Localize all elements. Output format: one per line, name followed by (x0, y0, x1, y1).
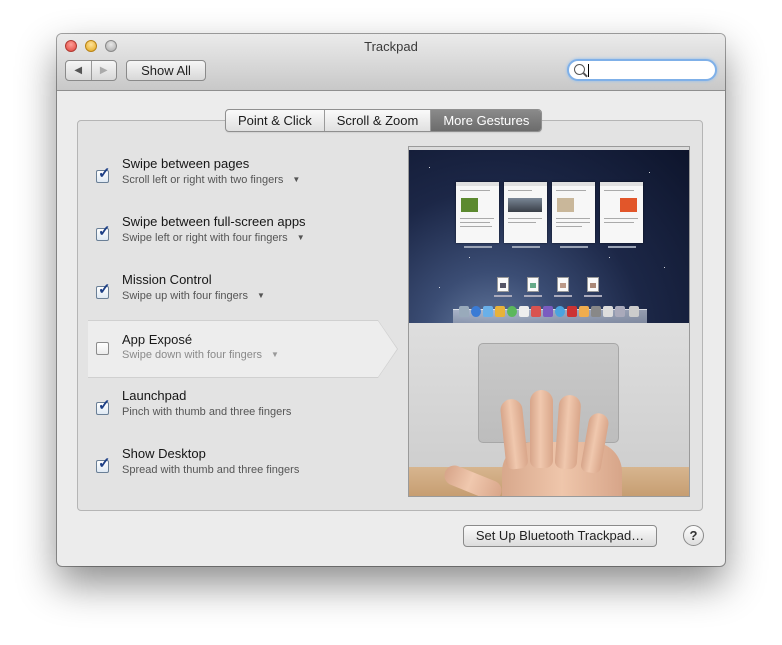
preview-window-thumbnail (600, 182, 643, 243)
chevron-down-icon: ▼ (256, 291, 265, 300)
navigation-control: ◀ ▶ (65, 60, 117, 81)
gesture-option-popup[interactable]: Swipe down with four fingers ▼ (122, 349, 279, 361)
search-icon (574, 64, 585, 75)
gesture-title: Swipe between pages (122, 156, 250, 171)
preview-screen (409, 147, 689, 324)
tab-more-gestures[interactable]: More Gestures (430, 110, 542, 131)
trackpad-window: Trackpad ◀ ▶ Show All Point & Click Scro… (57, 34, 725, 566)
chevron-down-icon: ▼ (271, 350, 279, 359)
gesture-row-show-desktop[interactable]: ✓ Show Desktop Spread with thumb and thr… (88, 443, 388, 499)
checkmark-icon: ✓ (98, 397, 111, 414)
swipe-pages-checkbox[interactable]: ✓ (96, 166, 111, 183)
gesture-title: Swipe between full-screen apps (122, 214, 306, 229)
show-all-button[interactable]: Show All (126, 60, 206, 81)
gesture-row-mission-control[interactable]: ✓ Mission Control Swipe up with four fin… (88, 269, 388, 325)
gesture-title: Show Desktop (122, 446, 206, 461)
gesture-subtitle: Swipe down with four fingers (122, 349, 263, 361)
checkmark-icon: ✓ (98, 455, 111, 472)
gesture-title: Mission Control (122, 272, 212, 287)
preview-window-thumbnail (456, 182, 499, 243)
gesture-title: App Exposé (122, 332, 193, 347)
gesture-subtitle: Swipe left or right with four fingers (122, 232, 288, 244)
set-up-bluetooth-trackpad-button[interactable]: Set Up Bluetooth Trackpad… (463, 525, 657, 547)
gesture-row-swipe-pages[interactable]: ✓ Swipe between pages Scroll left or rig… (88, 153, 388, 209)
window-title: Trackpad (364, 39, 418, 54)
back-arrow-icon[interactable]: ◀ (66, 61, 91, 80)
gesture-preview-video (408, 146, 690, 497)
search-input[interactable] (587, 62, 711, 78)
show-desktop-checkbox[interactable]: ✓ (96, 456, 111, 473)
gesture-option-popup[interactable]: Swipe left or right with four fingers ▼ (122, 232, 305, 244)
checkmark-icon: ✓ (98, 281, 111, 298)
preview-window-thumbnail (504, 182, 547, 243)
chevron-down-icon: ▼ (296, 233, 305, 242)
file-icon (587, 277, 599, 292)
tab-scroll-zoom[interactable]: Scroll & Zoom (323, 110, 431, 131)
tab-point-click[interactable]: Point & Click (226, 110, 324, 131)
mission-control-checkbox[interactable]: ✓ (96, 282, 111, 299)
gesture-row-launchpad[interactable]: ✓ Launchpad Pinch with thumb and three f… (88, 385, 388, 441)
tab-bar: Point & Click Scroll & Zoom More Gesture… (225, 109, 543, 132)
search-field[interactable] (567, 59, 717, 81)
checkmark-icon: ✓ (98, 165, 111, 182)
selection-pointer-fill (378, 321, 397, 377)
preview-finger (530, 390, 553, 468)
gesture-option-popup[interactable]: Swipe up with four fingers ▼ (122, 290, 265, 302)
preview-dock (453, 306, 647, 324)
help-icon[interactable]: ? (683, 525, 704, 546)
file-icon (497, 277, 509, 292)
gesture-option-popup[interactable]: Scroll left or right with two fingers ▼ (122, 174, 300, 186)
app-expose-checkbox[interactable] (96, 342, 109, 355)
preview-menubar (409, 147, 689, 150)
gesture-subtitle: Scroll left or right with two fingers (122, 174, 284, 186)
title-bar: Trackpad ◀ ▶ Show All (57, 34, 725, 91)
checkmark-icon: ✓ (98, 223, 111, 240)
chevron-down-icon: ▼ (292, 175, 301, 184)
text-cursor (588, 64, 589, 77)
forward-arrow-icon[interactable]: ▶ (90, 61, 117, 80)
file-icon (527, 277, 539, 292)
gesture-row-app-expose[interactable]: App Exposé Swipe down with four fingers ▼ (88, 320, 398, 378)
gesture-subtitle: Spread with thumb and three fingers (122, 464, 300, 476)
gesture-title: Launchpad (122, 388, 187, 403)
gesture-subtitle: Swipe up with four fingers (122, 290, 248, 302)
gesture-subtitle: Pinch with thumb and three fingers (122, 406, 292, 418)
launchpad-checkbox[interactable]: ✓ (96, 398, 111, 415)
swipe-fullscreen-apps-checkbox[interactable]: ✓ (96, 224, 111, 241)
file-icon (557, 277, 569, 292)
preview-window-thumbnail (552, 182, 595, 243)
gesture-row-swipe-fullscreen-apps[interactable]: ✓ Swipe between full-screen apps Swipe l… (88, 211, 388, 267)
